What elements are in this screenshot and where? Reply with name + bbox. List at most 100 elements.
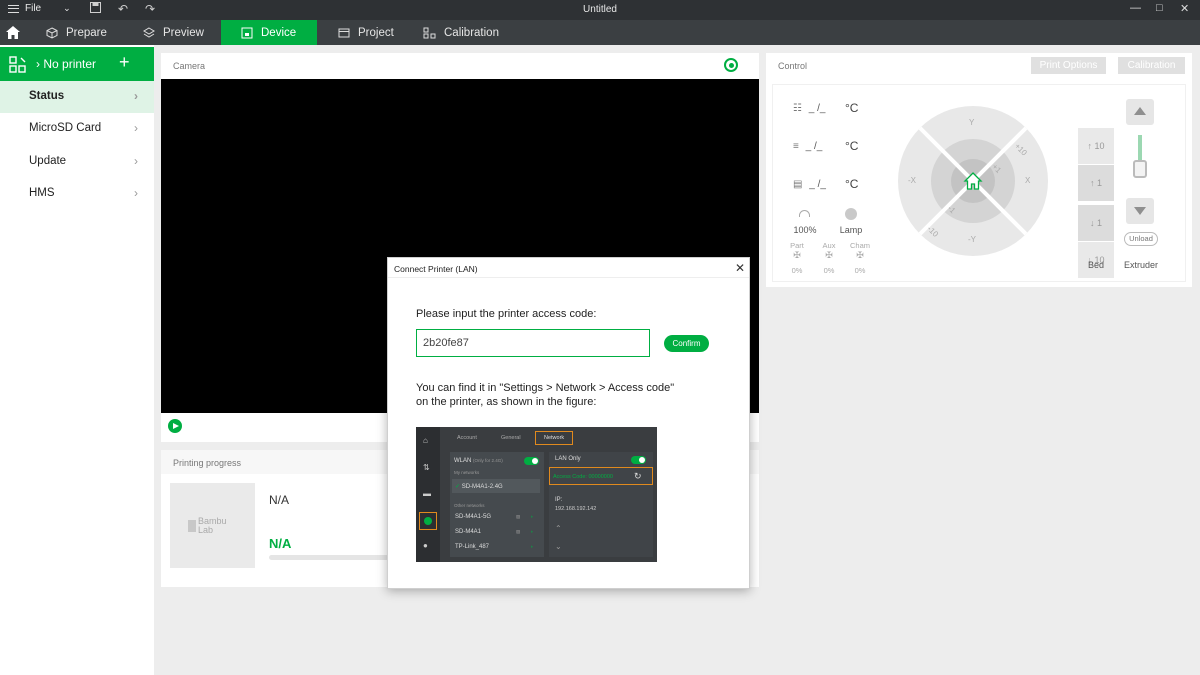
sidebar-item-update[interactable]: Update ›: [0, 146, 154, 178]
window-title: Untitled: [583, 4, 617, 15]
play-icon[interactable]: [168, 419, 182, 433]
fig-network-item: TP-Link_487: [455, 544, 490, 550]
heatbed-icon: ≡: [793, 141, 799, 152]
jog-y-minus[interactable]: -Y: [968, 235, 976, 244]
jog-y-plus[interactable]: Y: [969, 118, 974, 127]
arrow-up-icon: ↑: [1089, 178, 1095, 188]
fig-home-icon: ⌂: [423, 436, 428, 445]
arrow-up-icon: ↑: [1087, 141, 1092, 151]
triangle-up-icon: [1134, 107, 1146, 115]
layers-icon: [143, 26, 155, 38]
tab-project[interactable]: Project: [338, 20, 394, 45]
fig-settings-icon: [419, 512, 437, 530]
access-code-help: You can find it in "Settings > Network >…: [416, 381, 716, 409]
jog-x-minus[interactable]: -X: [908, 176, 916, 185]
fig-lock-icon: ▨: [516, 529, 521, 534]
sidebar-item-label: Update: [29, 155, 67, 167]
chevron-right-icon: ›: [134, 154, 138, 168]
access-code-input[interactable]: [416, 329, 650, 357]
fig-network-item: SD-M4A1: [455, 529, 482, 535]
sidebar-item-status[interactable]: Status ›: [0, 81, 154, 113]
extruder-down-button[interactable]: [1126, 198, 1154, 224]
tab-prepare[interactable]: Prepare: [46, 20, 107, 45]
device-sidebar: › No printer + Status › MicroSD Card › U…: [0, 45, 154, 675]
fig-chat-icon: ●: [423, 541, 428, 550]
bed-up-10-button[interactable]: ↑ 10: [1078, 128, 1114, 164]
unload-button[interactable]: Unload: [1124, 232, 1158, 246]
chevron-right-icon: ›: [134, 89, 138, 103]
calibration-icon: [423, 27, 436, 38]
fan-chamber-icon[interactable]: ✠: [848, 250, 872, 261]
bed-step-label: 1: [1097, 178, 1103, 188]
minimize-icon[interactable]: —: [1130, 2, 1141, 14]
fan-part-icon[interactable]: ✠: [785, 250, 809, 261]
help-line-1: You can find it in "Settings > Network >…: [416, 382, 675, 394]
bed-temp[interactable]: ≡ _ /_ °C: [793, 139, 858, 153]
tab-preview[interactable]: Preview: [143, 20, 204, 45]
help-line-2: on the printer, as shown in the figure:: [416, 396, 597, 408]
nozzle-temp-unit: °C: [845, 101, 859, 115]
chamber-temp-unit: °C: [845, 177, 859, 191]
fan-aux-icon[interactable]: ✠: [817, 250, 841, 261]
speed-value[interactable]: 100%: [787, 225, 823, 235]
access-code-figure: ⌂ ⇅ ▬ ● Account General Network WLAN (On…: [416, 427, 657, 562]
fig-ip-label: IP:: [555, 497, 563, 503]
camera-settings-icon[interactable]: [724, 58, 738, 72]
printer-name-text: No printer: [43, 57, 97, 71]
bed-label: Bed: [1087, 260, 1104, 270]
lamp-icon[interactable]: [845, 208, 857, 220]
sidebar-item-hms[interactable]: HMS ›: [0, 178, 154, 210]
chevron-right-icon: ›: [134, 186, 138, 200]
fig-network-list: WLAN (Only for 2.4G) My networks ✓ SD-M4…: [450, 452, 544, 557]
add-printer-button[interactable]: +: [119, 52, 130, 73]
nozzle-temp[interactable]: ☷ _ /_ °C: [793, 101, 858, 115]
cube-icon: [46, 26, 58, 39]
fan-aux-label: Aux: [822, 241, 836, 250]
tab-calibration[interactable]: Calibration: [423, 20, 499, 45]
home-tab[interactable]: [6, 20, 20, 45]
control-area: ☷ _ /_ °C ≡ _ /_ °C ▤ _ /_ °C 100% Lamp …: [772, 84, 1186, 282]
fan-chamber-label: Cham: [849, 241, 870, 250]
fan-part-label: Part: [790, 241, 804, 250]
close-window-icon[interactable]: ✕: [1180, 2, 1189, 15]
jog-x-plus[interactable]: X: [1025, 176, 1030, 185]
close-icon[interactable]: ✕: [735, 261, 745, 275]
calibration-button[interactable]: Calibration: [1118, 57, 1185, 74]
tab-preview-label: Preview: [163, 26, 204, 39]
printer-name: › No printer: [36, 57, 97, 71]
print-file-name: N/A: [269, 493, 290, 507]
fig-network-item: SD-M4A1-5G: [455, 514, 492, 520]
print-options-button[interactable]: Print Options: [1031, 57, 1106, 74]
print-thumbnail: Bambu Lab: [170, 483, 255, 568]
confirm-button[interactable]: Confirm: [664, 335, 709, 352]
bambu-lab-logo: Bambu Lab: [188, 517, 227, 535]
fig-chevron-up-icon: ⌃: [555, 524, 562, 533]
fig-wifi-icon: ◑: [530, 544, 533, 549]
lamp-label: Lamp: [839, 225, 863, 235]
chamber-temp-value: _ /_: [809, 179, 826, 190]
bed-up-1-button[interactable]: ↑ 1: [1078, 165, 1114, 201]
home-icon[interactable]: [963, 171, 983, 191]
fig-current-network: ✓ SD-M4A1-2.4G: [452, 479, 540, 493]
sidebar-item-microsd-card[interactable]: MicroSD Card ›: [0, 113, 154, 145]
print-percent: N/A: [269, 536, 292, 551]
fig-access-code-box: Access Code: 00000000 ↻: [549, 467, 653, 485]
main-tab-bar: Prepare Preview Device Project Calibrati…: [0, 20, 1200, 45]
tab-calibration-label: Calibration: [444, 26, 499, 39]
printer-selector[interactable]: › No printer +: [0, 47, 154, 81]
fig-wlan-toggle: [524, 457, 539, 465]
chamber-temp[interactable]: ▤ _ /_ °C: [793, 177, 858, 191]
fig-tab-general: General: [501, 435, 521, 441]
extruder-up-button[interactable]: [1126, 99, 1154, 125]
maximize-icon[interactable]: □: [1156, 2, 1163, 14]
triangle-down-icon: [1134, 207, 1146, 215]
camera-title: Camera: [173, 61, 206, 71]
home-icon: [6, 26, 20, 39]
speed-gauge-icon: [799, 210, 810, 217]
extruder-label: Extruder: [1123, 260, 1158, 270]
bed-down-1-button[interactable]: ↓ 1: [1078, 205, 1114, 241]
fig-wifi-icon: ◑: [530, 514, 533, 519]
tab-device[interactable]: Device: [221, 20, 317, 45]
bed-step-label: 1: [1097, 218, 1103, 228]
fig-lock-icon: ▨: [516, 514, 521, 519]
